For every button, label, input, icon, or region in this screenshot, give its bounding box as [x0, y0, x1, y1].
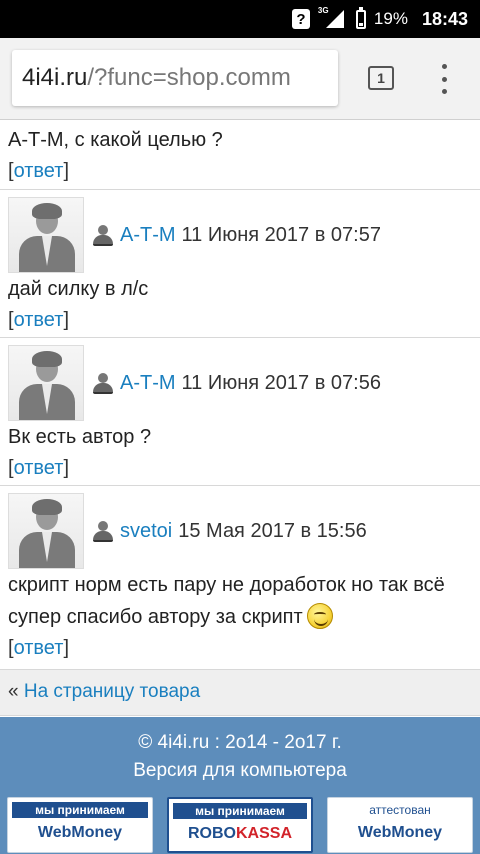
status-bar: ? 3G 19% 18:43 [0, 0, 480, 38]
comment-reply: [ответ] [8, 637, 69, 659]
comment-text: скрипт норм есть пару не доработок но та… [8, 574, 445, 628]
comment-text: А-Т-М, с какой целью ? [8, 129, 223, 151]
user-icon [92, 373, 114, 394]
comment-author-link[interactable]: А-Т-М [120, 224, 176, 247]
avatar [8, 197, 84, 273]
comment-item: А-Т-М, с какой целью ? [ответ] [0, 120, 480, 190]
comment-header: А-Т-М 11 Июня 2017 в 07:57 [8, 197, 472, 273]
comment-text: дай силку в л/с [8, 278, 149, 300]
avatar [8, 345, 84, 421]
copyright: © 4i4i.ru : 2o14 - 2o17 г. [138, 732, 342, 753]
comment-date: 11 Июня 2017 в 07:57 [181, 223, 381, 246]
user-icon [92, 225, 114, 246]
tab-switcher-button[interactable]: 1 [368, 66, 394, 90]
comment-item: А-Т-М 11 Июня 2017 в 07:56 Вк есть автор… [0, 338, 480, 486]
clock: 18:43 [421, 8, 468, 29]
footer: © 4i4i.ru : 2o14 - 2o17 г. Версия для ко… [0, 717, 480, 854]
user-icon [92, 521, 114, 542]
battery-percent: 19% [373, 9, 408, 28]
desktop-version-link[interactable]: Версия для компьютера [0, 757, 480, 785]
robokassa-badge[interactable]: мы принимаем ROBOKASSA [167, 797, 313, 853]
comment-text-block: скрипт норм есть пару не доработок но та… [8, 569, 472, 633]
comment-reply: [ответ] [8, 160, 69, 182]
webmoney-accept-badge[interactable]: мы принимаем WebMoney [7, 797, 153, 853]
reply-link[interactable]: ответ [14, 637, 64, 659]
webmoney-attested-badge[interactable]: аттестован WebMoney [327, 797, 473, 853]
unknown-sim-icon: ? [291, 9, 310, 29]
browser-toolbar: 4i4i.ru/?func=shop.comm 1 [0, 38, 480, 120]
comment-reply: [ответ] [8, 457, 69, 479]
reply-link[interactable]: ответ [14, 160, 64, 182]
back-to-product-link[interactable]: На страницу товара [24, 681, 200, 702]
smiley-icon [306, 603, 333, 629]
comment-date: 15 Мая 2017 в 15:56 [178, 519, 367, 542]
overflow-menu-icon[interactable] [432, 64, 456, 94]
back-arrow-icon: « [8, 681, 19, 702]
payment-badges: мы принимаем WebMoney мы принимаем ROBOK… [0, 797, 480, 853]
battery-icon [355, 6, 366, 29]
reply-link[interactable]: ответ [14, 457, 64, 479]
comment-item: svetoi 15 Мая 2017 в 15:56 скрипт норм е… [0, 486, 480, 670]
comment-author-link[interactable]: А-Т-М [120, 372, 176, 395]
avatar [8, 493, 84, 569]
comment-header: svetoi 15 Мая 2017 в 15:56 [8, 493, 472, 569]
comment-author-link[interactable]: svetoi [120, 520, 172, 543]
url-bar[interactable]: 4i4i.ru/?func=shop.comm [12, 50, 338, 106]
comment-item: А-Т-М 11 Июня 2017 в 07:57 дай силку в л… [0, 190, 480, 338]
reply-link[interactable]: ответ [14, 309, 64, 331]
back-bar: « На страницу товара [0, 670, 480, 716]
comments-list: А-Т-М, с какой целью ? [ответ] А-Т-М 11 … [0, 120, 480, 716]
status-icons: ? 3G 19% 18:43 [291, 0, 468, 38]
url-host: 4i4i.ru [22, 64, 88, 91]
signal-icon: 3G [318, 6, 348, 30]
comment-header: А-Т-М 11 Июня 2017 в 07:56 [8, 345, 472, 421]
comment-reply: [ответ] [8, 309, 69, 331]
comment-text: Вк есть автор ? [8, 426, 152, 448]
comment-date: 11 Июня 2017 в 07:56 [181, 371, 381, 394]
url-path: /?func=shop.comm [87, 64, 291, 91]
